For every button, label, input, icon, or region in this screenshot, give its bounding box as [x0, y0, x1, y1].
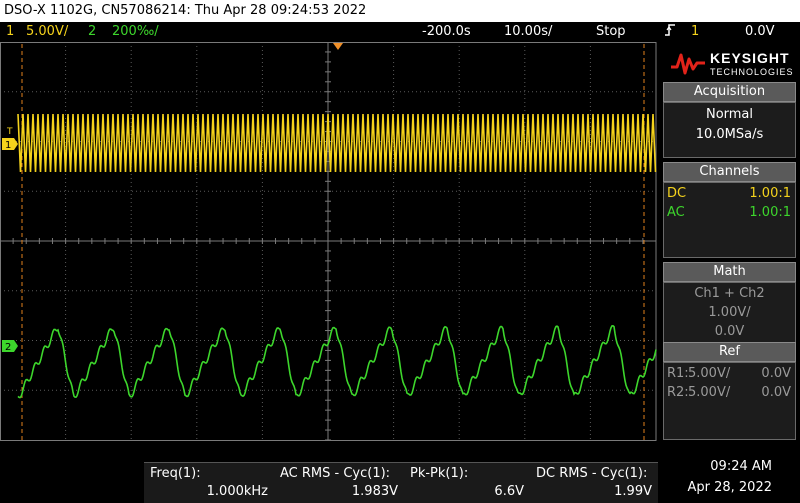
ch1-marker-label: 1	[5, 140, 11, 151]
ch1-number[interactable]: 1	[6, 22, 14, 42]
logo-text: KEYSIGHT	[710, 50, 790, 66]
window-title: DSO-X 1102G, CN57086214: Thu Apr 28 09:2…	[0, 0, 800, 22]
trigger-source[interactable]: 1	[691, 22, 699, 42]
math-box[interactable]: Ch1 + Ch2 1.00V/ 0.0V	[663, 282, 796, 344]
trigger-level[interactable]: 0.0V	[745, 22, 775, 42]
acquisition-box[interactable]: Normal 10.0MSa/s	[663, 102, 796, 158]
ch2-scale[interactable]: 200‰/	[112, 22, 159, 42]
ch2-probe: 1.00:1	[749, 205, 791, 220]
r2-label: R2:	[667, 385, 689, 400]
ch1-probe: 1.00:1	[749, 186, 791, 201]
acquisition-header[interactable]: Acquisition	[663, 82, 796, 102]
meas-dc-rms[interactable]: DC RMS - Cyc(1): 1.99V	[530, 462, 658, 503]
meas-pk-pk[interactable]: Pk-Pk(1): 6.6V	[404, 462, 530, 503]
math-scale: 1.00V/	[708, 305, 751, 320]
acq-mode: Normal	[705, 107, 754, 122]
trigger-level-marker: T	[6, 127, 13, 137]
channels-header[interactable]: Channels	[663, 162, 796, 182]
r1-label: R1:	[667, 366, 689, 381]
acq-rate: 10.0MSa/s	[695, 127, 764, 142]
ch1-waveform	[17, 113, 657, 173]
keysight-wave-icon	[671, 53, 705, 75]
r1-offset: 0.0V	[761, 366, 791, 381]
waveform-display[interactable]: T 1 2	[0, 42, 659, 442]
keysight-logo: KEYSIGHT TECHNOLOGIES	[663, 44, 796, 84]
meas-label: AC RMS - Cyc(1):	[280, 466, 391, 481]
trigger-position-marker	[333, 43, 343, 50]
scope-grid: T 1 2	[0, 42, 657, 441]
logo-subtext: TECHNOLOGIES	[710, 67, 794, 77]
ch2-waveform	[17, 324, 657, 399]
meas-value: 6.6V	[494, 484, 524, 499]
side-panel: KEYSIGHT TECHNOLOGIES Acquisition Normal…	[659, 42, 800, 442]
ch1-scale[interactable]: 5.00V/	[26, 22, 68, 42]
meas-freq[interactable]: Freq(1): 1.000kHz	[144, 462, 274, 503]
meas-label: Freq(1):	[150, 466, 201, 481]
time-offset[interactable]: -200.0s	[422, 22, 471, 42]
ch2-marker-label: 2	[5, 342, 11, 353]
math-header[interactable]: Math	[663, 262, 796, 282]
time-scale[interactable]: 10.00s/	[504, 22, 552, 42]
ch2-coupling: AC	[667, 205, 685, 220]
math-function: Ch1 + Ch2	[694, 286, 765, 301]
ref-box[interactable]: R1: 5.00V/ 0.0V R2: 5.00V/ 0.0V	[663, 362, 796, 440]
clock-time: 09:24 AM	[710, 459, 772, 474]
ref-header[interactable]: Ref	[663, 342, 796, 362]
status-bar: 1 5.00V/ 2 200‰/ -200.0s 10.00s/ Stop 1 …	[0, 22, 800, 42]
run-state[interactable]: Stop	[596, 22, 626, 42]
r2-scale: 5.00V/	[688, 385, 731, 400]
clock-date: Apr 28, 2022	[687, 480, 772, 495]
meas-label: Pk-Pk(1):	[410, 466, 469, 481]
meas-value: 1.000kHz	[206, 484, 268, 499]
meas-value: 1.99V	[614, 484, 652, 499]
measurement-bar: Freq(1): 1.000kHz AC RMS - Cyc(1): 1.983…	[0, 442, 800, 503]
r1-scale: 5.00V/	[688, 366, 731, 381]
ch2-number[interactable]: 2	[88, 22, 96, 42]
channels-box[interactable]: DC 1.00:1 AC 1.00:1	[663, 182, 796, 258]
meas-value: 1.983V	[351, 484, 398, 499]
meas-ac-rms[interactable]: AC RMS - Cyc(1): 1.983V	[274, 462, 404, 503]
meas-label: DC RMS - Cyc(1):	[536, 466, 648, 481]
math-offset: 0.0V	[714, 324, 745, 339]
r2-offset: 0.0V	[761, 385, 791, 400]
ch1-coupling: DC	[667, 186, 687, 201]
